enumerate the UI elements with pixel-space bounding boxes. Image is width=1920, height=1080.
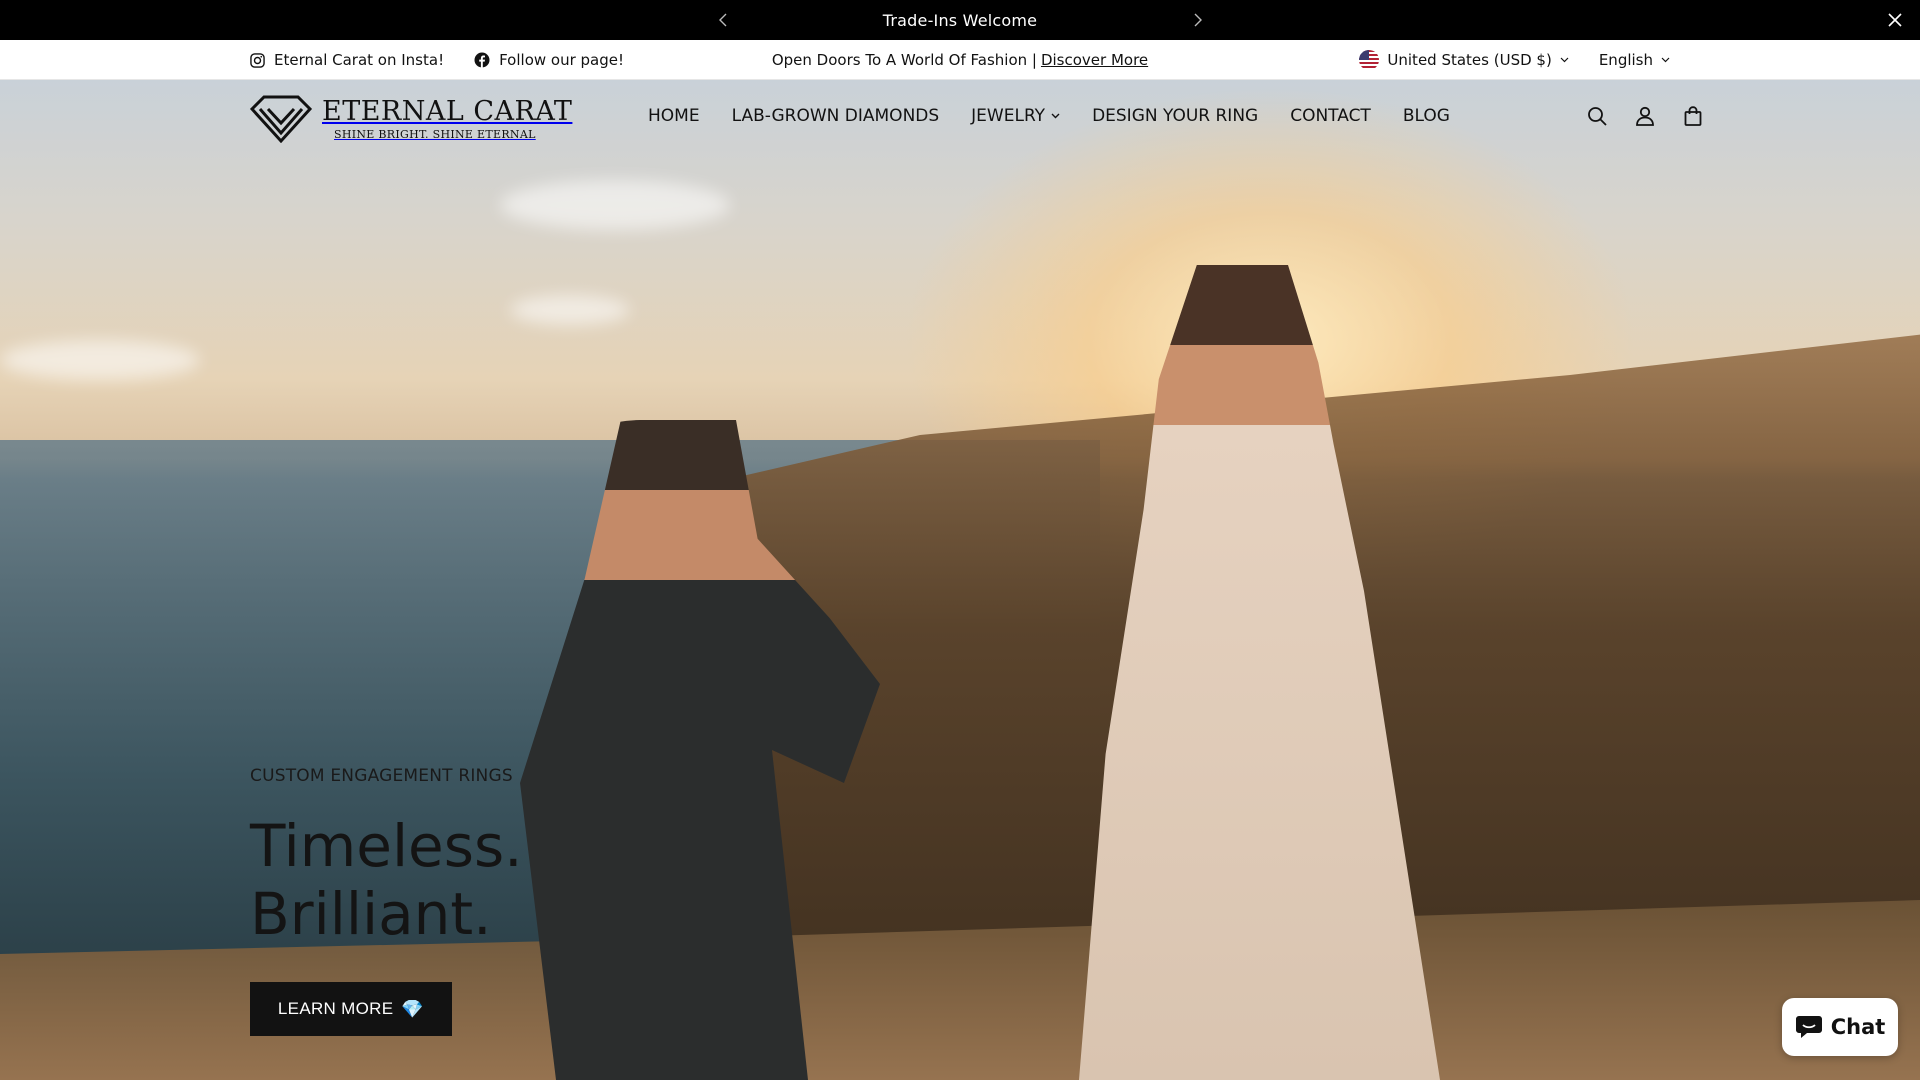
search-button[interactable] [1585, 104, 1609, 128]
learn-more-label: LEARN MORE [277, 999, 394, 1018]
facebook-label: Follow our page! [499, 51, 625, 69]
shopping-bag-icon [1684, 106, 1702, 126]
social-links: Eternal Carat on Insta! Follow our page! [250, 40, 624, 80]
nav-blog[interactable]: BLOG [1403, 106, 1450, 126]
nav-lab-grown-diamonds[interactable]: LAB-GROWN DIAMONDS [732, 106, 940, 126]
discover-more-link[interactable]: Discover More [1041, 51, 1148, 69]
us-flag-icon [1359, 50, 1380, 70]
nav-home[interactable]: HOME [648, 106, 700, 126]
promo-text: Open Doors To A World Of Fashion | [771, 51, 1037, 69]
country-selector[interactable]: United States (USD $) [1359, 50, 1569, 70]
cloud-shape [0, 340, 200, 380]
search-icon [1588, 107, 1607, 126]
announcement-bar: Trade-Ins Welcome [0, 0, 1920, 40]
hero-headline: Timeless. Brilliant. [250, 812, 523, 948]
logo-tagline: SHINE BRIGHT. SHINE ETERNAL [334, 128, 536, 141]
nav-blog-label: BLOG [1402, 106, 1450, 126]
cart-button[interactable] [1681, 104, 1705, 128]
announcement-text: Trade-Ins Welcome [882, 10, 1038, 30]
nav-jewelry[interactable]: JEWELRY [971, 106, 1060, 126]
instagram-label: Eternal Carat on Insta! [274, 51, 445, 69]
diamond-logo-icon [250, 95, 312, 143]
account-button[interactable] [1633, 104, 1657, 128]
country-label: United States (USD $) [1387, 51, 1552, 69]
language-selector[interactable]: English [1599, 51, 1670, 69]
announcement-prev-button[interactable] [708, 0, 738, 40]
nav-design-label: DESIGN YOUR RING [1092, 106, 1259, 126]
nav-lab-grown-label: LAB-GROWN DIAMONDS [731, 106, 940, 126]
logo-words: ETERNAL CARAT SHINE BRIGHT. SHINE ETERNA… [322, 98, 572, 140]
chevron-down-icon [1051, 113, 1060, 119]
close-icon [1888, 13, 1902, 27]
chevron-down-icon [1560, 57, 1569, 63]
facebook-icon [474, 52, 490, 68]
user-icon [1636, 106, 1654, 126]
chat-bubble-icon [1795, 1016, 1822, 1038]
chevron-right-icon [1194, 13, 1202, 27]
gem-icon: 💎 [401, 998, 425, 1019]
chat-button[interactable]: Chat [1782, 998, 1898, 1056]
language-label: English [1598, 51, 1653, 69]
locale-selectors: United States (USD $) English [1359, 40, 1670, 80]
hero-headline-line-2: Brilliant. [250, 880, 492, 948]
nav-contact[interactable]: CONTACT [1290, 106, 1371, 126]
chevron-down-icon [1661, 57, 1670, 63]
main-nav: HOME LAB-GROWN DIAMONDS JEWELRY DESIGN Y… [648, 100, 1450, 132]
header-icons [1585, 104, 1705, 128]
announcement-close-button[interactable] [1880, 0, 1910, 40]
nav-contact-label: CONTACT [1290, 106, 1371, 126]
utility-bar: Eternal Carat on Insta! Follow our page!… [0, 40, 1920, 80]
announcement-next-button[interactable] [1183, 0, 1213, 40]
nav-jewelry-label: JEWELRY [971, 106, 1046, 126]
cloud-shape [510, 295, 630, 325]
learn-more-button[interactable]: LEARN MORE 💎 [250, 982, 452, 1036]
instagram-link[interactable]: Eternal Carat on Insta! [250, 51, 444, 69]
logo-brand: ETERNAL CARAT [322, 96, 573, 127]
cloud-shape [500, 180, 730, 230]
site-logo[interactable]: ETERNAL CARAT SHINE BRIGHT. SHINE ETERNA… [250, 95, 572, 143]
facebook-link[interactable]: Follow our page! [474, 51, 624, 69]
nav-design-your-ring[interactable]: DESIGN YOUR RING [1092, 106, 1258, 126]
nav-home-label: HOME [648, 106, 700, 126]
instagram-icon [250, 52, 265, 68]
hero-headline-line-1: Timeless. [250, 812, 523, 880]
chevron-left-icon [719, 13, 727, 27]
hero-eyebrow: CUSTOM ENGAGEMENT RINGS [250, 766, 513, 786]
chat-label: Chat [1830, 1015, 1886, 1039]
